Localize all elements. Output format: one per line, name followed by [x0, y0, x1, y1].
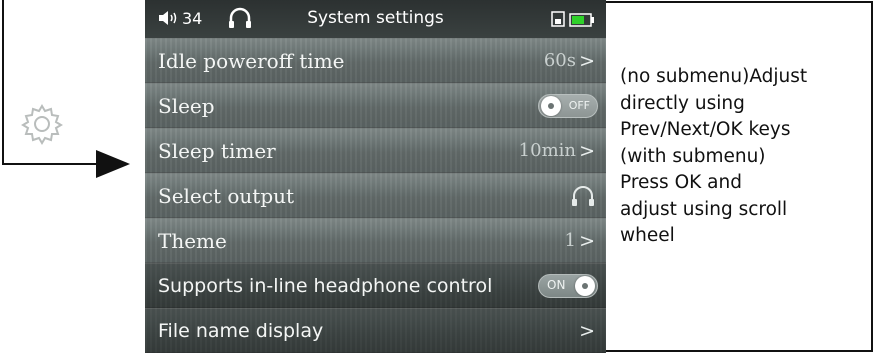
description-line: directly using: [620, 92, 745, 114]
setting-value: 10min: [518, 140, 576, 161]
setting-value: 60s: [543, 50, 576, 71]
toggle-state-label: OFF: [568, 99, 590, 112]
chevron-right-icon: >: [579, 230, 595, 252]
chevron-right-icon: >: [579, 140, 595, 162]
setting-label: Theme: [158, 229, 227, 253]
headphone-icon: [570, 184, 596, 212]
chevron-right-icon: >: [579, 50, 595, 72]
device-screen: 34 System settings Idle poweroff time 60…: [145, 0, 606, 353]
status-bar: 34 System settings: [145, 0, 606, 38]
toggle-knob: [541, 96, 561, 116]
setting-idle-poweroff[interactable]: Idle poweroff time 60s >: [145, 38, 606, 83]
setting-label: Select output: [158, 184, 295, 208]
setting-theme[interactable]: Theme 1 >: [145, 218, 606, 263]
screen-title: System settings: [307, 8, 444, 28]
setting-sleep-timer[interactable]: Sleep timer 10min >: [145, 128, 606, 173]
description-line: Prev/Next/OK keys: [620, 119, 791, 140]
description-line: Press OK and: [620, 172, 742, 193]
setting-label: Supports in-line headphone control: [158, 275, 493, 297]
setting-label: Sleep timer: [158, 139, 276, 163]
setting-inline-headphone-control[interactable]: Supports in-line headphone control ON: [145, 263, 606, 308]
description-line: adjust using scroll: [620, 198, 788, 220]
setting-file-name-display[interactable]: File name display >: [145, 308, 606, 353]
inline-control-toggle[interactable]: ON: [538, 274, 598, 298]
description-line: (no submenu)Adjust: [620, 66, 808, 87]
description-text: (no submenu)Adjust directly using Prev/N…: [620, 64, 870, 250]
setting-select-output[interactable]: Select output: [145, 173, 606, 218]
setting-value: 1: [564, 230, 576, 251]
description-line: wheel: [620, 225, 675, 246]
gear-icon: [21, 104, 63, 145]
setting-label: File name display: [158, 320, 324, 342]
description-line: (with submenu): [620, 145, 766, 167]
battery-icon: [569, 12, 595, 32]
chevron-right-icon: >: [579, 320, 595, 342]
setting-sleep[interactable]: Sleep OFF: [145, 83, 606, 128]
arrow-head: [96, 150, 130, 178]
setting-label: Idle poweroff time: [158, 49, 345, 73]
setting-label: Sleep: [158, 94, 215, 118]
sd-card-icon: [551, 11, 565, 32]
sleep-toggle[interactable]: OFF: [538, 94, 598, 118]
toggle-state-label: ON: [547, 278, 566, 292]
toggle-knob: [575, 276, 595, 296]
